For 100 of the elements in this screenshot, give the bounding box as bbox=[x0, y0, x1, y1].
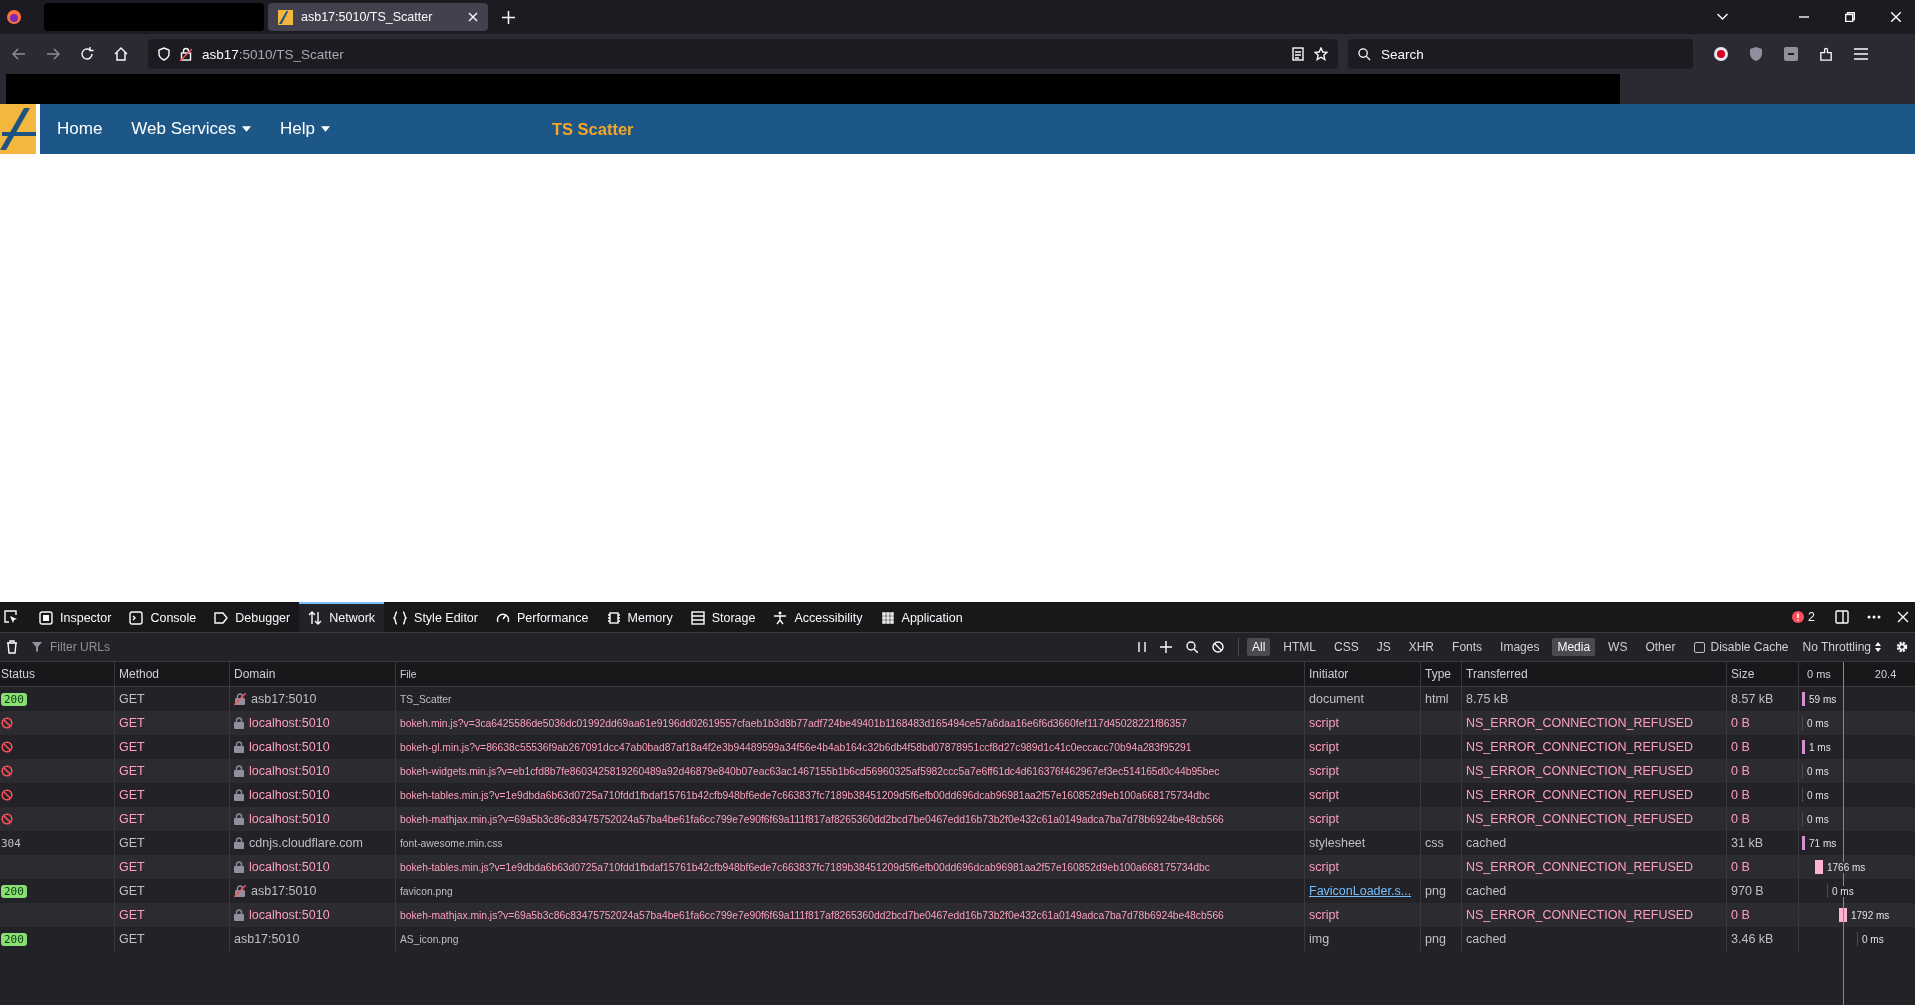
type-filter[interactable]: All bbox=[1247, 638, 1271, 656]
transferred-text: NS_ERROR_CONNECTION_REFUSED bbox=[1466, 908, 1694, 922]
nav-link[interactable]: Web Services bbox=[131, 119, 251, 139]
site-logo-icon[interactable] bbox=[0, 104, 40, 154]
shield-extension-icon[interactable] bbox=[1749, 46, 1763, 62]
timing-bar bbox=[1802, 692, 1805, 706]
devtools-tab[interactable]: Memory bbox=[597, 602, 682, 632]
search-icon[interactable] bbox=[1186, 641, 1198, 653]
column-header[interactable]: Initiator bbox=[1309, 667, 1349, 681]
type-filter[interactable]: Media bbox=[1552, 638, 1596, 656]
request-row[interactable] bbox=[0, 711, 1915, 735]
menu-icon[interactable] bbox=[1854, 48, 1868, 60]
method-text: GET bbox=[119, 932, 145, 946]
console-icon bbox=[129, 611, 144, 625]
column-header[interactable]: Domain bbox=[234, 667, 276, 681]
close-icon[interactable] bbox=[1891, 12, 1901, 22]
status-badge: 200 bbox=[1, 884, 27, 898]
devtools-tab[interactable]: Performance bbox=[486, 602, 598, 632]
timing-text: 0 ms bbox=[1861, 933, 1885, 945]
devtools-tab[interactable]: Application bbox=[871, 602, 972, 632]
search-input[interactable]: Search bbox=[1379, 45, 1663, 63]
method-text: GET bbox=[119, 788, 145, 802]
devtools-tab[interactable]: Inspector bbox=[30, 602, 121, 632]
type-filter[interactable]: CSS bbox=[1329, 638, 1364, 656]
browser-tab[interactable]: asb17:5010/TS_Scatter bbox=[268, 3, 488, 31]
search-field[interactable]: Search bbox=[1348, 39, 1693, 69]
address-bar[interactable]: asb17:5010/TS_Scatter bbox=[148, 39, 1338, 69]
forward-icon[interactable] bbox=[46, 48, 60, 60]
column-header[interactable]: Status bbox=[1, 667, 36, 681]
trash-icon[interactable] bbox=[6, 640, 18, 654]
method-text: GET bbox=[119, 908, 145, 922]
method-text: GET bbox=[119, 884, 145, 898]
devtools-tab[interactable]: Storage bbox=[681, 602, 765, 632]
devtools-tab[interactable]: Console bbox=[120, 602, 206, 632]
column-header[interactable]: Transferred bbox=[1466, 667, 1528, 681]
devtools-tab[interactable]: Network bbox=[299, 602, 385, 632]
picker-icon[interactable] bbox=[4, 610, 18, 624]
request-row[interactable] bbox=[0, 807, 1915, 831]
devtools-tab[interactable]: Style Editor bbox=[384, 602, 487, 632]
bookmark-star-icon[interactable] bbox=[1314, 47, 1328, 61]
domain-text: asb17:5010 bbox=[234, 932, 300, 946]
block-icon[interactable] bbox=[1212, 641, 1224, 653]
type-filter[interactable]: JS bbox=[1371, 638, 1396, 656]
new-tab-icon[interactable] bbox=[502, 10, 515, 24]
restore-icon[interactable] bbox=[1845, 12, 1855, 22]
devtools-tab[interactable]: Accessibility bbox=[764, 602, 872, 632]
file-name: font-awesome.min.css bbox=[400, 837, 503, 849]
column-header[interactable]: File bbox=[400, 668, 417, 680]
file-name: bokeh.min.js?v=3ca6425586de5036dc01992dd69aa61e9196dd02619557cfaeb1b3d8b77adf724be49401b1168483d165494ce57a6daa16e6f6d3660fef117d45028221f86357 bbox=[400, 717, 1187, 729]
request-row[interactable] bbox=[0, 759, 1915, 783]
plus-icon[interactable] bbox=[1160, 641, 1172, 653]
square-extension-icon[interactable] bbox=[1783, 46, 1799, 62]
tag-icon bbox=[214, 611, 229, 625]
close-icon[interactable] bbox=[468, 12, 478, 22]
dock-icon[interactable] bbox=[1835, 610, 1849, 624]
type-filter[interactable]: Other bbox=[1640, 638, 1681, 656]
pause-icon[interactable] bbox=[1138, 642, 1146, 652]
type-filter[interactable]: HTML bbox=[1278, 638, 1321, 656]
more-icon[interactable] bbox=[1867, 615, 1881, 619]
circle-extension-icon[interactable] bbox=[1713, 46, 1729, 62]
request-row[interactable] bbox=[0, 903, 1915, 927]
error-count[interactable]: 2 bbox=[1792, 610, 1815, 624]
timing-text: 0 ms bbox=[1806, 765, 1830, 777]
reload-icon[interactable] bbox=[80, 47, 94, 61]
blocked-icon bbox=[1, 765, 13, 777]
type-filter[interactable]: WS bbox=[1603, 638, 1633, 656]
square-icon bbox=[39, 611, 53, 625]
back-icon[interactable] bbox=[12, 48, 26, 60]
devtools-tab[interactable]: Debugger bbox=[205, 602, 300, 632]
tab-list-icon[interactable] bbox=[1716, 13, 1729, 21]
type-filter[interactable]: Images bbox=[1495, 638, 1545, 656]
gauge-icon bbox=[495, 611, 510, 625]
size-text: 3.46 kB bbox=[1731, 932, 1774, 946]
filter-field[interactable]: Filter URLs bbox=[32, 639, 1124, 655]
column-header[interactable]: Size bbox=[1731, 667, 1755, 681]
site-logo-icon bbox=[278, 9, 293, 25]
throttling-dropdown[interactable]: No Throttling bbox=[1802, 640, 1881, 654]
column-header[interactable]: Type bbox=[1425, 667, 1451, 681]
puzzle-icon[interactable] bbox=[1819, 46, 1834, 62]
initiator-text: script bbox=[1309, 740, 1339, 754]
reader-view-icon[interactable] bbox=[1292, 47, 1304, 61]
gear-icon[interactable] bbox=[1895, 640, 1909, 654]
disable-cache-checkbox[interactable]: Disable Cache bbox=[1694, 640, 1789, 654]
blocked-icon bbox=[1, 741, 13, 753]
transferred-text: NS_ERROR_CONNECTION_REFUSED bbox=[1466, 812, 1694, 826]
search-icon bbox=[1358, 47, 1371, 61]
column-header[interactable]: Method bbox=[119, 667, 160, 681]
home-icon[interactable] bbox=[114, 47, 128, 61]
type-filter[interactable]: XHR bbox=[1403, 638, 1440, 656]
blocked-icon bbox=[1, 789, 13, 801]
url-text: asb17:5010/TS_Scatter bbox=[202, 46, 344, 62]
filter-input[interactable]: Filter URLs bbox=[48, 639, 352, 655]
error-icon bbox=[1792, 611, 1805, 623]
browser-logo-icon[interactable] bbox=[6, 9, 22, 25]
nav-link[interactable]: Home bbox=[57, 119, 103, 139]
initiator-link[interactable]: FaviconLoader.s... bbox=[1309, 884, 1412, 898]
type-filter[interactable]: Fonts bbox=[1447, 638, 1488, 656]
close-icon[interactable] bbox=[1897, 611, 1909, 623]
request-row[interactable] bbox=[0, 855, 1915, 879]
nav-link[interactable]: Help bbox=[279, 119, 330, 139]
